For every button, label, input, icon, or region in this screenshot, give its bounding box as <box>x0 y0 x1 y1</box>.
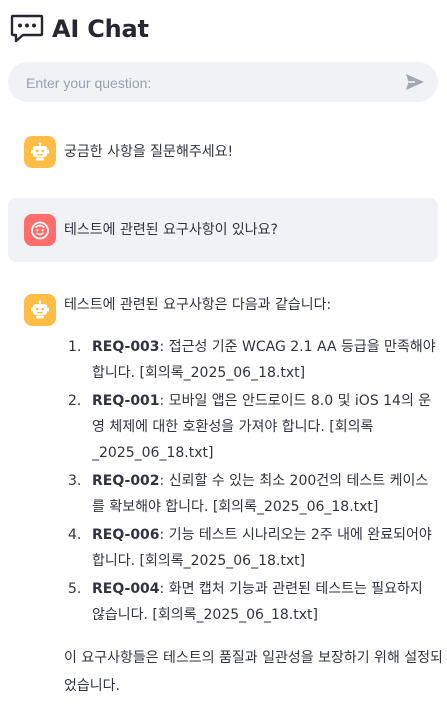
app-header: AI Chat <box>10 11 149 47</box>
requirement-id: REQ-002 <box>92 473 160 489</box>
requirement-id: REQ-006 <box>92 527 160 543</box>
list-number: 4. <box>68 527 82 543</box>
message-intro: 테스트에 관련된 요구사항은 다음과 같습니다: <box>64 297 332 313</box>
requirement-id: REQ-003 <box>92 339 160 355</box>
list-number: 1. <box>68 339 82 355</box>
requirement-id: REQ-001 <box>92 393 160 409</box>
requirement-id: REQ-004 <box>92 581 160 597</box>
list-item: 5. REQ-004: 화면 캡처 기능과 관련된 테스트는 필요하지 않습니다… <box>64 576 436 628</box>
page-title: AI Chat <box>52 15 149 43</box>
user-avatar <box>24 214 56 246</box>
message-closing: 이 요구사항들은 테스트의 품질과 일관성을 보장하기 위해 설정되었습니다. <box>64 650 443 694</box>
chat-input-container[interactable] <box>8 62 438 104</box>
chat-message-user: 테스트에 관련된 요구사항이 있나요? <box>8 198 438 262</box>
speech-bubble-icon <box>10 14 44 43</box>
list-item: 3. REQ-002: 신뢰할 수 있는 최소 200건의 테스트 케이스를 확… <box>64 468 436 520</box>
send-icon[interactable] <box>404 72 426 92</box>
robot-icon <box>31 300 49 319</box>
message-text: 테스트에 관련된 요구사항이 있나요? <box>64 222 278 238</box>
list-number: 2. <box>68 393 82 409</box>
list-number: 3. <box>68 473 82 489</box>
list-item: 2. REQ-001: 모바일 앱은 안드로이드 8.0 및 iOS 14의 운… <box>64 388 436 466</box>
assistant-avatar <box>24 136 56 168</box>
question-input[interactable] <box>24 62 398 104</box>
list-item: 1. REQ-003: 접근성 기준 WCAG 2.1 AA 등급을 만족해야 … <box>64 334 436 386</box>
chat-app: AI Chat 궁금한 사항을 질문해주세요! <box>0 0 447 715</box>
list-number: 5. <box>68 581 82 597</box>
assistant-avatar <box>24 294 56 326</box>
requirements-list: 1. REQ-003: 접근성 기준 WCAG 2.1 AA 등급을 만족해야 … <box>64 334 436 630</box>
list-item: 4. REQ-006: 기능 테스트 시나리오는 2주 내에 완료되어야 합니다… <box>64 522 436 574</box>
message-text: 궁금한 사항을 질문해주세요! <box>64 144 234 160</box>
smiley-icon <box>31 221 49 240</box>
chat-message-assistant: 궁금한 사항을 질문해주세요! <box>8 132 438 172</box>
chat-message-assistant: 테스트에 관련된 요구사항은 다음과 같습니다: 1. REQ-003: 접근성… <box>8 290 443 710</box>
robot-icon <box>31 142 49 161</box>
